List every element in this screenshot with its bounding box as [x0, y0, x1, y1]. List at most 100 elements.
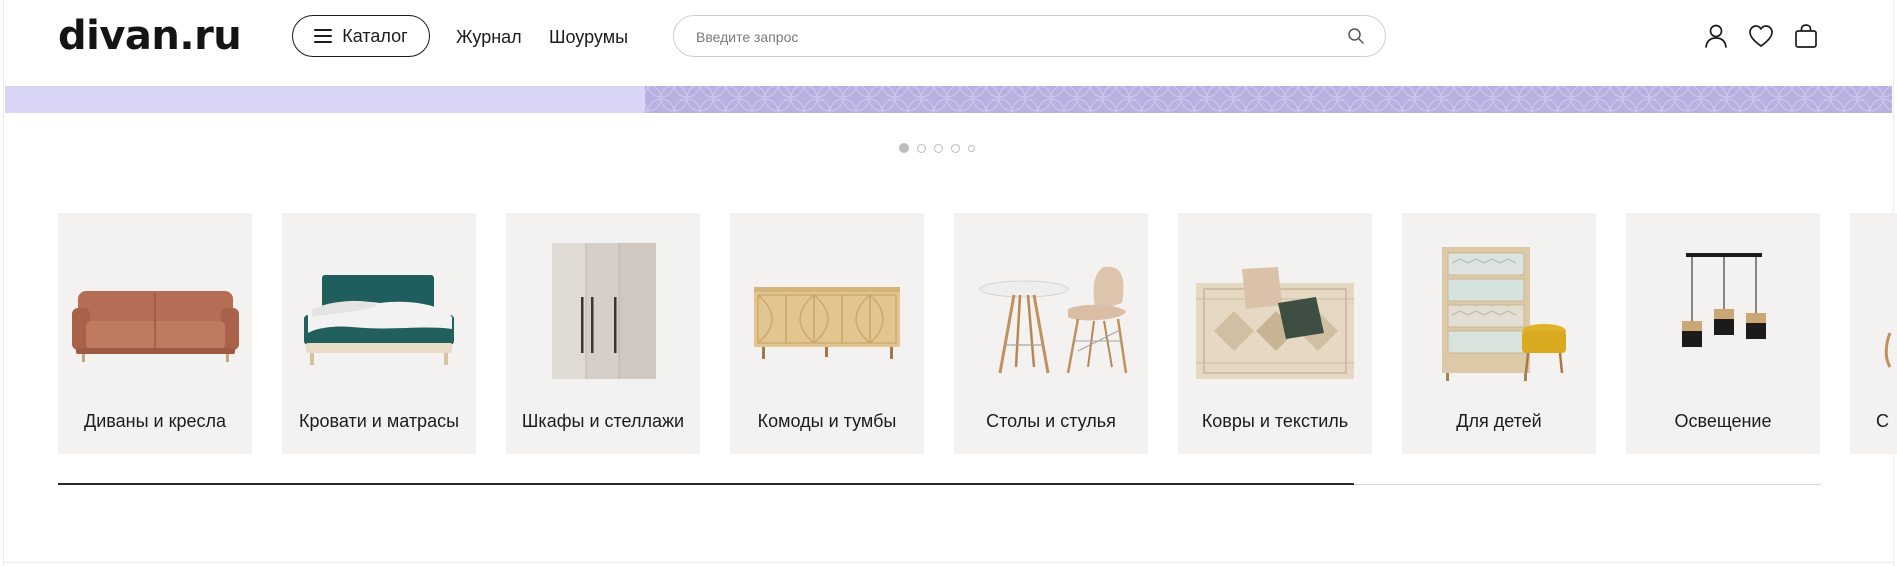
page: divan.ru Каталог Журнал Шоурумы Введите …: [0, 0, 1897, 566]
banner-circle: [1466, 86, 1494, 112]
category-card-rugs[interactable]: Ковры и текстиль: [1178, 213, 1372, 454]
banner-circle: [764, 86, 792, 112]
banner-circle: [1752, 86, 1780, 112]
category-list: Диваны и кресла Кровати и матрасы Шкафы …: [58, 213, 1897, 454]
category-label: Кровати и матрасы: [298, 411, 460, 431]
banner-circle: [1362, 86, 1390, 112]
banner-circle: [1674, 86, 1702, 112]
bed-icon: [304, 275, 454, 365]
banner-circle: [790, 86, 818, 112]
banner-circle: [1726, 86, 1754, 112]
carousel-dot[interactable]: [934, 143, 943, 153]
banner-pattern: [645, 86, 1892, 113]
banner-circle: [946, 86, 974, 112]
banner-circle: [998, 86, 1026, 112]
category-card-wardrobes[interactable]: Шкафы и стеллажи: [506, 213, 700, 454]
search-input[interactable]: [694, 16, 1338, 58]
kids-icon: [1442, 247, 1566, 381]
site-logo[interactable]: divan.ru: [58, 12, 242, 60]
banner-circle: [894, 86, 922, 112]
category-label: Для детей: [1456, 411, 1542, 431]
partial-icon: [1884, 332, 1892, 368]
banner-circles-pattern: [645, 86, 1892, 113]
banner-circle: [1700, 86, 1728, 112]
catalog-button-label: Каталог: [342, 25, 408, 46]
menu-icon: [314, 29, 333, 43]
category-label: Столы и стулья: [986, 411, 1116, 431]
banner-circle: [1622, 86, 1650, 112]
category-card-dressers[interactable]: Комоды и тумбы: [730, 213, 924, 454]
banner-circle: [738, 86, 766, 112]
banner-circle: [1102, 86, 1130, 112]
nav-link-journal[interactable]: Журнал: [456, 26, 522, 48]
banner-circle: [686, 86, 714, 112]
banner-circle: [920, 86, 948, 112]
promo-banner[interactable]: [5, 86, 1892, 113]
banner-circle: [1804, 86, 1832, 112]
banner-circle: [1570, 86, 1598, 112]
carousel-dot[interactable]: [917, 143, 926, 153]
search-bar: [673, 15, 1386, 58]
banner-circle: [842, 86, 870, 112]
wardrobe-icon: [552, 243, 656, 379]
category-label: Шкафы и стеллажи: [521, 411, 685, 431]
banner-circle: [1778, 86, 1806, 112]
banner-circle: [1388, 86, 1416, 112]
banner-circle: [1414, 86, 1442, 112]
user-icon[interactable]: [1702, 22, 1730, 50]
lamp-icon: [1682, 253, 1766, 347]
category-card-partial[interactable]: С: [1850, 213, 1897, 454]
category-card-beds[interactable]: Кровати и матрасы: [282, 213, 476, 454]
banner-circle: [1648, 86, 1676, 112]
banner-circle: [712, 86, 740, 112]
sofa-icon: [72, 291, 239, 362]
category-label: Диваны и кресла: [84, 411, 226, 431]
dresser-icon: [754, 287, 900, 359]
cart-icon[interactable]: [1792, 22, 1820, 50]
carousel-dot[interactable]: [899, 143, 909, 153]
banner-circle: [660, 86, 688, 112]
banner-circle: [1180, 86, 1208, 112]
banner-circle: [1024, 86, 1052, 112]
banner-circle: [1518, 86, 1546, 112]
category-label: Ковры и текстиль: [1201, 411, 1349, 431]
banner-circle: [1128, 86, 1156, 112]
nav-link-showrooms[interactable]: Шоурумы: [549, 26, 628, 48]
category-card-tables[interactable]: Столы и стулья: [954, 213, 1148, 454]
table-chair-icon: [979, 266, 1128, 374]
banner-circle: [1206, 86, 1234, 112]
banner-circle: [1050, 86, 1078, 112]
banner-circle: [1076, 86, 1104, 112]
category-label: С: [1876, 411, 1889, 431]
banner-circle: [1440, 86, 1468, 112]
heart-icon[interactable]: [1747, 22, 1775, 50]
banner-circle: [1336, 86, 1364, 112]
banner-circle: [1856, 86, 1884, 112]
site-header: divan.ru Каталог Журнал Шоурумы: [0, 0, 1897, 86]
banner-circle: [868, 86, 896, 112]
banner-circle: [1258, 86, 1286, 112]
banner-circle: [1154, 86, 1182, 112]
banner-circle: [1596, 86, 1624, 112]
category-scrollbar[interactable]: [58, 483, 1821, 485]
banner-circle: [1544, 86, 1572, 112]
catalog-button[interactable]: Каталог: [292, 15, 430, 57]
category-label: Освещение: [1674, 411, 1772, 431]
category-label: Комоды и тумбы: [757, 411, 897, 431]
banner-circle: [645, 86, 649, 94]
banner-circle: [1830, 86, 1858, 112]
rug-icon: [1196, 267, 1354, 379]
carousel-dots: [899, 142, 975, 154]
search-icon[interactable]: [1347, 27, 1365, 45]
banner-circle: [1232, 86, 1260, 112]
category-card-kids[interactable]: Для детей: [1402, 213, 1596, 454]
category-card-sofas[interactable]: Диваны и кресла: [58, 213, 252, 454]
scrollbar-thumb[interactable]: [58, 483, 1354, 485]
carousel-dot[interactable]: [951, 143, 960, 153]
category-card-lighting[interactable]: Освещение: [1626, 213, 1820, 454]
carousel-dot[interactable]: [968, 144, 975, 152]
banner-circle: [972, 86, 1000, 112]
banner-circle: [1284, 86, 1312, 112]
banner-circle: [1310, 86, 1338, 112]
banner-circle: [1492, 86, 1520, 112]
